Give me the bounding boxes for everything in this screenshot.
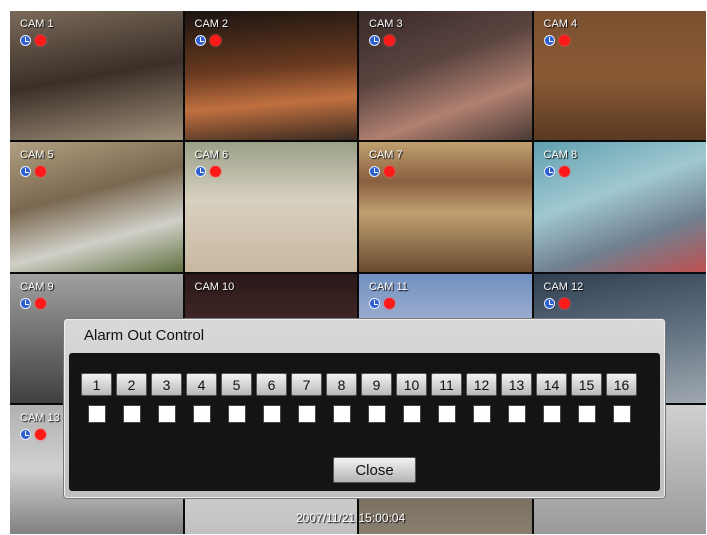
alarm-output-checkbox-6[interactable] [262, 405, 281, 423]
alarm-output-button-2[interactable]: 2 [116, 373, 147, 396]
clock-icon [194, 35, 206, 46]
timestamp: 2007/11/21 15:00:04 [296, 511, 406, 525]
alarm-output-checkbox-4[interactable] [192, 405, 211, 423]
record-indicator-icon [384, 166, 395, 178]
clock-icon [20, 35, 31, 46]
clock-icon [194, 166, 206, 178]
camera-tile-2[interactable]: CAM 2 [184, 11, 357, 141]
record-indicator-icon [384, 35, 395, 46]
alarm-output-buttons: 1 2 3 4 5 6 7 8 9 10 11 12 13 14 15 16 [81, 373, 637, 396]
alarm-output-checkbox-13[interactable] [507, 405, 526, 423]
record-indicator-icon [558, 166, 570, 178]
alarm-output-checkboxes [81, 404, 637, 424]
clock-icon [543, 297, 555, 309]
alarm-output-button-10[interactable]: 10 [396, 373, 427, 396]
record-indicator-icon [558, 35, 570, 46]
alarm-output-checkbox-11[interactable] [437, 405, 456, 423]
alarm-output-checkbox-7[interactable] [297, 405, 316, 423]
alarm-output-button-15[interactable]: 15 [571, 373, 602, 396]
alarm-output-button-11[interactable]: 11 [431, 373, 462, 396]
camera-label: CAM 3 [369, 18, 403, 30]
clock-icon [20, 297, 31, 309]
close-button[interactable]: Close [333, 457, 416, 483]
camera-label: CAM 1 [20, 18, 54, 30]
clock-icon [20, 166, 31, 178]
clock-icon [369, 297, 380, 309]
camera-label: CAM 10 [194, 280, 235, 293]
camera-label: CAM 9 [20, 280, 54, 293]
alarm-output-checkbox-3[interactable] [157, 405, 176, 423]
record-indicator-icon [35, 35, 46, 46]
alarm-output-button-8[interactable]: 8 [326, 373, 357, 396]
camera-label: CAM 8 [543, 149, 578, 162]
alarm-output-checkbox-5[interactable] [227, 405, 246, 423]
alarm-output-button-12[interactable]: 12 [466, 373, 497, 396]
camera-label: CAM 5 [20, 149, 54, 162]
clock-icon [20, 428, 31, 440]
alarm-output-checkbox-8[interactable] [332, 405, 351, 423]
record-indicator-icon [35, 297, 46, 309]
camera-tile-1[interactable]: CAM 1 [10, 11, 183, 141]
record-indicator-icon [35, 428, 46, 440]
alarm-output-button-3[interactable]: 3 [151, 373, 182, 396]
camera-tile-4[interactable]: CAM 4 [533, 11, 706, 141]
alarm-output-button-7[interactable]: 7 [291, 373, 322, 396]
alarm-output-button-1[interactable]: 1 [81, 373, 112, 396]
alarm-output-button-13[interactable]: 13 [501, 373, 532, 396]
alarm-output-checkbox-2[interactable] [122, 405, 141, 423]
camera-label: CAM 13 [20, 411, 60, 424]
record-indicator-icon [558, 297, 570, 309]
alarm-out-control-dialog: Alarm Out Control 1 2 3 4 5 6 7 8 9 10 1… [63, 318, 666, 499]
record-indicator-icon [35, 166, 46, 178]
dialog-body: 1 2 3 4 5 6 7 8 9 10 11 12 13 14 15 16 C… [69, 353, 660, 491]
alarm-output-button-4[interactable]: 4 [186, 373, 217, 396]
alarm-output-checkbox-10[interactable] [402, 405, 421, 423]
record-indicator-icon [384, 297, 395, 309]
dialog-title: Alarm Out Control [84, 327, 205, 344]
alarm-output-button-14[interactable]: 14 [536, 373, 567, 396]
camera-label: CAM 4 [543, 18, 578, 30]
camera-tile-6[interactable]: CAM 6 [184, 142, 357, 272]
camera-label: CAM 2 [194, 18, 229, 30]
alarm-output-checkbox-12[interactable] [472, 405, 491, 423]
camera-tile-7[interactable]: CAM 7 [359, 142, 532, 272]
camera-label: CAM 11 [369, 280, 408, 293]
alarm-output-checkbox-1[interactable] [87, 405, 106, 423]
alarm-output-button-5[interactable]: 5 [221, 373, 252, 396]
alarm-output-button-16[interactable]: 16 [606, 373, 637, 396]
camera-tile-3[interactable]: CAM 3 [359, 11, 532, 141]
record-indicator-icon [209, 35, 221, 46]
alarm-output-button-9[interactable]: 9 [361, 373, 392, 396]
clock-icon [369, 166, 380, 178]
camera-label: CAM 7 [369, 149, 403, 162]
alarm-output-checkbox-15[interactable] [577, 405, 596, 423]
camera-tile-8[interactable]: CAM 8 [533, 142, 706, 272]
camera-label: CAM 6 [194, 149, 229, 162]
record-indicator-icon [209, 166, 221, 178]
alarm-output-button-6[interactable]: 6 [256, 373, 287, 396]
alarm-output-checkbox-16[interactable] [612, 405, 631, 423]
alarm-output-checkbox-9[interactable] [367, 405, 386, 423]
alarm-output-checkbox-14[interactable] [542, 405, 561, 423]
clock-icon [543, 166, 555, 178]
clock-icon [369, 35, 380, 46]
camera-label: CAM 12 [543, 280, 584, 293]
camera-tile-5[interactable]: CAM 5 [10, 142, 183, 272]
clock-icon [543, 35, 555, 46]
